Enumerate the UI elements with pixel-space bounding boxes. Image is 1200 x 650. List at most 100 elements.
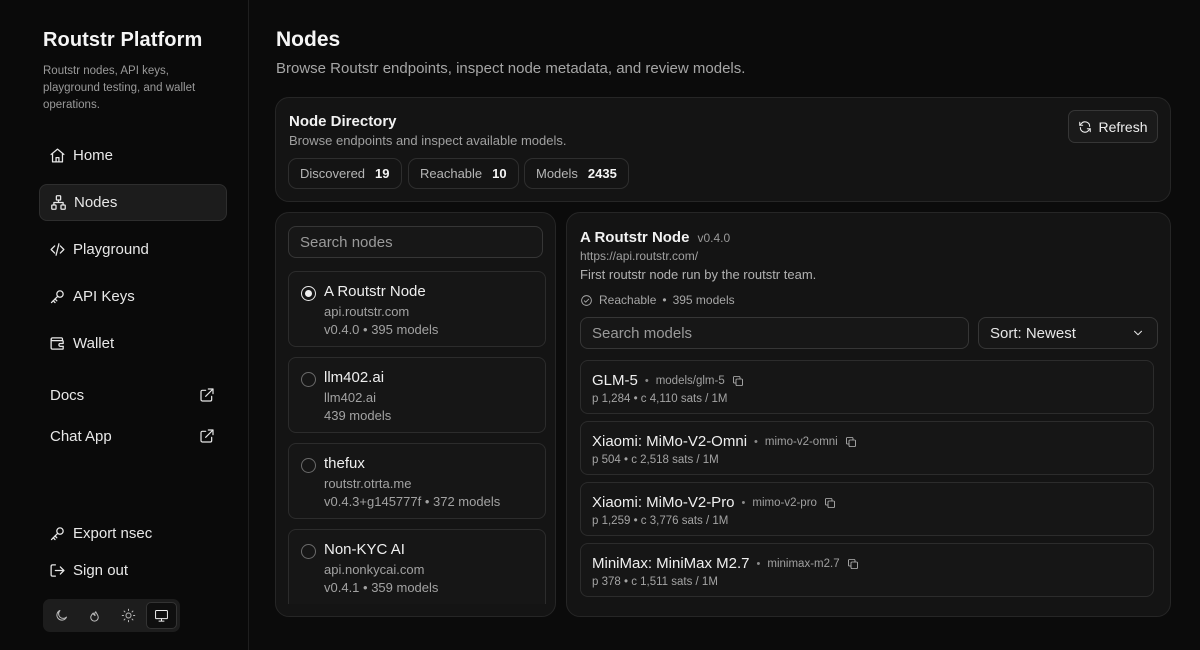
sign-out-button[interactable]: Sign out	[39, 552, 227, 589]
radio[interactable]	[301, 458, 316, 473]
node-list-card: Search nodes A Routstr Node api.routstr.…	[275, 212, 556, 617]
node-detail-description: First routstr node run by the routstr te…	[580, 267, 817, 282]
node-item[interactable]: llm402.ai llm402.ai 439 models	[288, 357, 546, 433]
nav-label: Nodes	[74, 194, 118, 211]
node-item[interactable]: thefux routstr.otrta.me v0.4.3+g145777f …	[288, 443, 546, 519]
node-name: thefux	[324, 455, 365, 472]
nav-item-api-keys[interactable]: API Keys	[39, 278, 227, 315]
model-search-input[interactable]: Search models	[580, 317, 969, 349]
key-icon	[49, 288, 66, 305]
separator-dot: •	[756, 557, 761, 570]
chevron-down-icon	[1131, 326, 1145, 340]
nav-item-wallet[interactable]: Wallet	[39, 325, 227, 362]
status-text: Reachable	[599, 293, 657, 307]
page-title: Nodes	[276, 28, 341, 51]
model-title: Xiaomi: MiMo-V2-Pro • mimo-v2-pro	[592, 494, 836, 511]
node-detail-name: A Routstr Node	[580, 229, 690, 246]
theme-dark-button[interactable]	[46, 602, 77, 629]
key-icon	[49, 525, 66, 542]
stat-models: Models 2435	[524, 158, 629, 189]
page-subtitle: Browse Routstr endpoints, inspect node m…	[276, 60, 746, 77]
separator-dot: •	[754, 435, 758, 448]
model-id: mimo-v2-pro	[752, 496, 817, 509]
external-link-icon	[199, 428, 215, 444]
sign-out-label: Sign out	[73, 562, 129, 579]
sort-select[interactable]: Sort: Newest	[978, 317, 1158, 349]
node-host: routstr.otrta.me	[324, 476, 412, 491]
nav-label: Home	[73, 147, 114, 164]
stat-value: 19	[375, 166, 390, 181]
stat-label: Discovered	[300, 166, 366, 181]
refresh-icon	[1078, 120, 1092, 134]
node-detail-url: https://api.routstr.com/	[580, 249, 699, 263]
sidebar: Routstr Platform Routstr nodes, API keys…	[0, 0, 249, 650]
copy-icon[interactable]	[824, 497, 836, 509]
node-item[interactable]: Non-KYC AI api.nonkycai.com v0.4.1 • 359…	[288, 529, 546, 604]
copy-icon[interactable]	[847, 558, 859, 570]
wallet-icon	[49, 335, 66, 352]
node-name: A Routstr Node	[324, 283, 426, 300]
node-detail-header: A Routstr Node v0.4.0	[580, 229, 730, 246]
model-item[interactable]: MiniMax: MiniMax M2.7 • minimax-m2.7 p 3…	[580, 543, 1154, 597]
node-search-input[interactable]: Search nodes	[288, 226, 543, 258]
directory-title: Node Directory	[289, 113, 397, 130]
node-status: Reachable • 395 models	[580, 293, 735, 307]
model-item[interactable]: Xiaomi: MiMo-V2-Pro • mimo-v2-pro p 1,25…	[580, 482, 1154, 536]
model-id: mimo-v2-omni	[764, 435, 838, 448]
sort-label: Sort: Newest	[990, 324, 1076, 342]
node-item[interactable]: A Routstr Node api.routstr.com v0.4.0 • …	[288, 271, 546, 347]
model-title: GLM-5 • models/glm-5	[592, 372, 744, 389]
stat-reachable: Reachable 10	[408, 158, 519, 189]
theme-system-button[interactable]	[145, 602, 177, 629]
sun-icon	[121, 608, 136, 623]
model-price: p 378 • c 1,511 sats / 1M	[592, 576, 718, 588]
node-host: api.nonkycai.com	[324, 562, 425, 577]
home-icon	[49, 147, 66, 164]
node-detail-card: A Routstr Node v0.4.0 https://api.routst…	[566, 212, 1171, 617]
model-price: p 1,259 • c 3,776 sats / 1M	[592, 515, 729, 527]
node-meta: v0.4.3+g145777f • 372 models	[324, 494, 501, 509]
stat-discovered: Discovered 19	[288, 158, 402, 189]
export-nsec-button[interactable]: Export nsec	[39, 515, 227, 552]
model-count: 395 models	[672, 293, 735, 307]
refresh-button[interactable]: Refresh	[1068, 110, 1158, 143]
theme-warm-button[interactable]	[79, 602, 110, 629]
brand-title: Routstr Platform	[43, 29, 203, 51]
export-nsec-label: Export nsec	[73, 525, 153, 542]
node-name: Non-KYC AI	[324, 541, 405, 558]
model-title: Xiaomi: MiMo-V2-Omni • mimo-v2-omni	[592, 433, 857, 450]
copy-icon[interactable]	[845, 436, 857, 448]
stat-label: Models	[536, 166, 578, 181]
search-placeholder: Search nodes	[300, 233, 393, 251]
nav-item-home[interactable]: Home	[39, 137, 227, 174]
docs-link[interactable]: Docs	[39, 380, 227, 410]
nav-item-playground[interactable]: Playground	[39, 231, 227, 268]
theme-light-button[interactable]	[112, 602, 143, 629]
brand-subtitle: Routstr nodes, API keys, playground test…	[43, 65, 196, 111]
radio[interactable]	[301, 544, 316, 559]
nav-item-nodes[interactable]: Nodes	[39, 184, 227, 221]
search-placeholder: Search models	[592, 324, 693, 342]
model-item[interactable]: GLM-5 • models/glm-5 p 1,284 • c 4,110 s…	[580, 360, 1154, 414]
model-name: Xiaomi: MiMo-V2-Pro	[592, 494, 735, 511]
theme-switcher	[43, 599, 180, 632]
model-item[interactable]: Xiaomi: MiMo-V2-Omni • mimo-v2-omni p 50…	[580, 421, 1154, 475]
node-directory-card: Node Directory Browse endpoints and insp…	[275, 97, 1171, 202]
model-id: minimax-m2.7	[767, 557, 840, 570]
radio[interactable]	[301, 372, 316, 387]
moon-icon	[54, 608, 69, 623]
nav-label: Wallet	[73, 335, 115, 352]
node-name: llm402.ai	[324, 369, 385, 386]
nav-label: Playground	[73, 241, 149, 258]
copy-icon[interactable]	[732, 375, 744, 387]
monitor-icon	[154, 608, 169, 623]
radio-selected[interactable]	[301, 286, 316, 301]
stat-value: 2435	[587, 166, 617, 181]
node-list[interactable]: A Routstr Node api.routstr.com v0.4.0 • …	[288, 271, 555, 604]
code-icon	[49, 241, 66, 258]
check-circle-icon	[580, 294, 593, 307]
chat-app-link[interactable]: Chat App	[39, 421, 227, 451]
model-id: models/glm-5	[655, 374, 725, 387]
model-name: Xiaomi: MiMo-V2-Omni	[592, 433, 748, 450]
nav-label: API Keys	[73, 288, 135, 305]
